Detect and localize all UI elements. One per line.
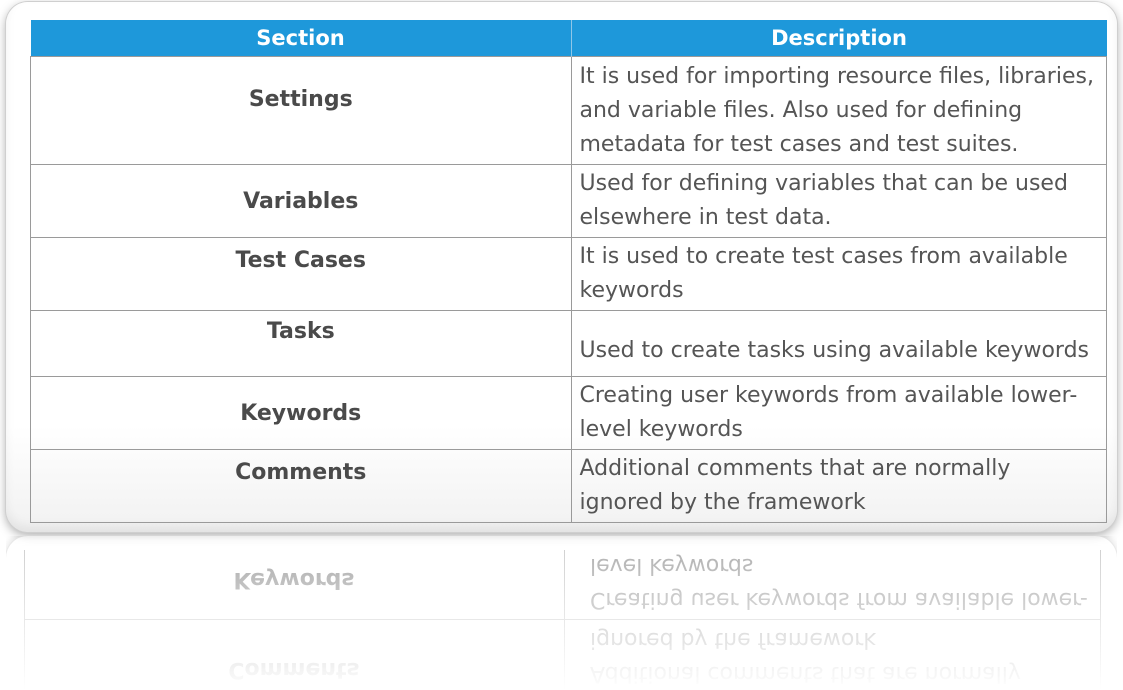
reflection-section: Keywords: [233, 567, 355, 592]
reflection-description: Creating user keywords from available lo…: [590, 553, 1088, 612]
table-row: Tasks Used to create tasks using availab…: [30, 310, 1107, 377]
table-card: Section Description Settings It is used …: [6, 2, 1117, 532]
reflection-row-line: [24, 619, 1101, 620]
header-section: Section: [30, 20, 572, 57]
description-cell: Used for defining variables that can be …: [570, 164, 1107, 238]
reflection-border: [564, 550, 565, 690]
reflection-mirror: Comments Additional comments that are no…: [6, 536, 1117, 690]
table-reflection: Comments Additional comments that are no…: [6, 536, 1117, 690]
section-cell: Variables: [30, 164, 572, 238]
sections-table: Section Description Settings It is used …: [30, 20, 1107, 523]
section-cell: Comments: [30, 449, 572, 523]
header-description: Description: [571, 20, 1107, 57]
table-row: Variables Used for defining variables th…: [30, 164, 1107, 238]
description-cell: Creating user keywords from available lo…: [570, 376, 1107, 450]
description-cell: It is used to create test cases from ava…: [570, 237, 1107, 311]
reflection-card: Comments Additional comments that are no…: [6, 536, 1117, 690]
slide: Section Description Settings It is used …: [0, 0, 1123, 690]
description-cell: Used to create tasks using available key…: [570, 310, 1107, 377]
description-cell: Additional comments that are normally ig…: [570, 449, 1107, 523]
table-row: Comments Additional comments that are no…: [30, 449, 1107, 523]
table-row: Keywords Creating user keywords from ava…: [30, 376, 1107, 450]
section-cell: Test Cases: [30, 237, 572, 311]
section-cell: Tasks: [30, 310, 572, 377]
table-row: Settings It is used for importing resour…: [30, 56, 1107, 165]
description-cell: It is used for importing resource files,…: [570, 56, 1107, 165]
section-cell: Keywords: [30, 376, 572, 450]
reflection-description: Additional comments that are normally ig…: [590, 627, 1021, 686]
table-header-row: Section Description: [30, 20, 1107, 57]
table-container: Section Description Settings It is used …: [30, 20, 1107, 523]
reflection-section: Comments: [228, 657, 360, 682]
table-row: Test Cases It is used to create test cas…: [30, 237, 1107, 311]
section-cell: Settings: [30, 56, 572, 165]
